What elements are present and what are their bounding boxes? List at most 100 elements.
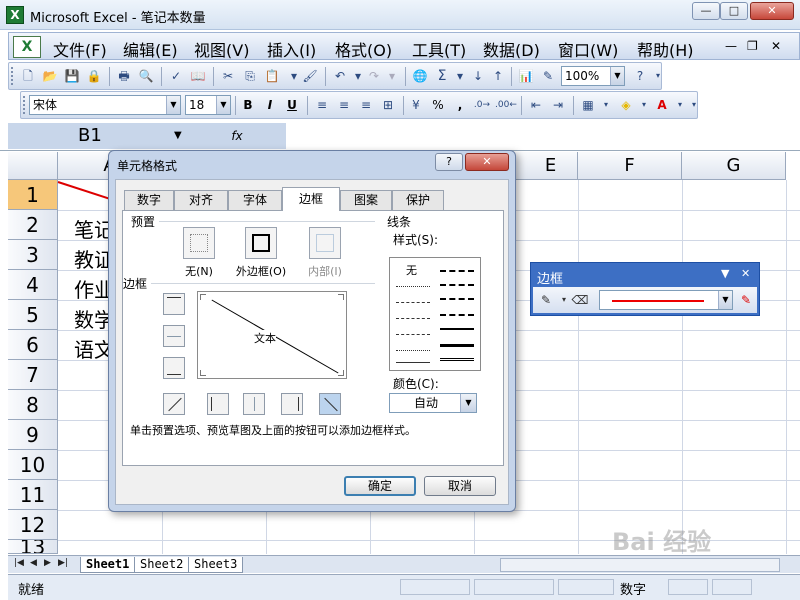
align-center-icon[interactable]: ≡ (335, 96, 353, 114)
font-name-select[interactable]: 宋体 ▼ (29, 95, 181, 115)
merge-center-icon[interactable]: ⊞ (379, 96, 397, 114)
line-style-option[interactable] (440, 270, 474, 272)
tab-border[interactable]: 边框 (282, 187, 340, 211)
borders-icon[interactable]: ▦ (579, 96, 597, 114)
toolbar-options-icon[interactable]: ▾ (685, 96, 703, 114)
tab-protection[interactable]: 保护 (392, 190, 444, 210)
align-left-icon[interactable]: ≡ (313, 96, 331, 114)
first-sheet-icon[interactable]: |◀ (14, 558, 24, 568)
menu-help[interactable]: 帮助(H) (635, 37, 696, 61)
line-style-option[interactable] (396, 302, 430, 303)
row-header-5[interactable]: 5 (8, 300, 58, 330)
menu-insert[interactable]: 插入(I) (265, 37, 318, 61)
row-header-2[interactable]: 2 (8, 210, 58, 240)
dialog-close-button[interactable]: ✕ (465, 153, 509, 171)
underline-button[interactable]: U (283, 96, 301, 114)
line-style-option[interactable] (440, 358, 474, 361)
hyperlink-icon[interactable]: 🌐 (411, 67, 429, 85)
border-inside-horizontal-button[interactable] (163, 325, 185, 347)
chevron-down-icon[interactable]: ▼ (174, 123, 182, 149)
line-style-option[interactable] (440, 314, 474, 316)
row-header-7[interactable]: 7 (8, 360, 58, 390)
line-color-select[interactable]: 自动 ▼ (389, 393, 477, 413)
row-header-8[interactable]: 8 (8, 390, 58, 420)
redo-dropdown-icon[interactable]: ▾ (383, 67, 401, 85)
help-icon[interactable]: ? (631, 67, 649, 85)
preset-none-button[interactable] (183, 227, 215, 259)
toolbar-options-icon[interactable]: ▼ (721, 267, 729, 280)
close-button[interactable]: ✕ (750, 2, 794, 20)
chevron-down-icon[interactable]: ▼ (460, 394, 476, 412)
line-style-list[interactable]: 无 (389, 257, 481, 371)
line-color-icon[interactable]: ✎ (737, 291, 755, 309)
spelling-icon[interactable]: ✓ (167, 67, 185, 85)
sheet-tab-3[interactable]: Sheet3 (188, 557, 244, 573)
draw-border-icon[interactable]: ✎ (537, 291, 555, 309)
open-icon[interactable]: 📂 (41, 67, 59, 85)
increase-indent-icon[interactable]: ⇥ (549, 96, 567, 114)
decrease-indent-icon[interactable]: ⇤ (527, 96, 545, 114)
menu-window[interactable]: 窗口(W) (556, 37, 620, 61)
row-header-9[interactable]: 9 (8, 420, 58, 450)
next-sheet-icon[interactable]: ▶ (44, 558, 51, 568)
tab-alignment[interactable]: 对齐 (174, 190, 228, 210)
preset-inside-button[interactable] (309, 227, 341, 259)
format-painter-icon[interactable]: 🖌 (301, 67, 319, 85)
dialog-help-button[interactable]: ? (435, 153, 463, 171)
new-icon[interactable]: 🗋 (19, 67, 37, 85)
bold-button[interactable]: B (239, 96, 257, 114)
increase-decimal-icon[interactable]: .0→ (473, 96, 491, 114)
row-header-3[interactable]: 3 (8, 240, 58, 270)
autosum-icon[interactable]: Σ (433, 67, 451, 85)
toolbar-grip[interactable] (11, 67, 14, 85)
line-style-none[interactable]: 无 (406, 262, 417, 278)
line-style-option[interactable] (396, 334, 430, 335)
doc-minimize-icon[interactable]: — (725, 39, 737, 53)
line-style-option[interactable] (396, 350, 430, 351)
border-preview[interactable]: 文本 (197, 291, 347, 379)
border-inside-vertical-button[interactable] (243, 393, 265, 415)
doc-restore-icon[interactable]: ❐ (747, 39, 758, 53)
undo-icon[interactable]: ↶ (331, 67, 349, 85)
percent-button[interactable]: % (429, 96, 447, 114)
line-style-option[interactable] (440, 328, 474, 330)
row-header-11[interactable]: 11 (8, 480, 58, 510)
preset-outline-button[interactable] (245, 227, 277, 259)
copy-icon[interactable]: ⎘ (241, 67, 259, 85)
minimize-button[interactable]: — (692, 2, 720, 20)
font-color-icon[interactable]: A (653, 96, 671, 114)
tab-patterns[interactable]: 图案 (340, 190, 392, 210)
menu-format[interactable]: 格式(O) (333, 37, 394, 61)
tab-number[interactable]: 数字 (124, 190, 174, 210)
horizontal-scrollbar[interactable] (500, 558, 780, 572)
row-header-10[interactable]: 10 (8, 450, 58, 480)
save-icon[interactable]: 💾 (63, 67, 81, 85)
align-right-icon[interactable]: ≡ (357, 96, 375, 114)
chart-wizard-icon[interactable]: 📊 (517, 67, 535, 85)
row-header-12[interactable]: 12 (8, 510, 58, 540)
sheet-tab-2[interactable]: Sheet2 (134, 557, 190, 573)
print-preview-icon[interactable]: 🔍 (137, 67, 155, 85)
workbook-icon[interactable]: X (13, 36, 41, 58)
menu-file[interactable]: 文件(F) (51, 37, 109, 61)
toolbar-grip[interactable] (23, 96, 26, 114)
maximize-button[interactable]: □ (720, 2, 748, 20)
drawing-icon[interactable]: ✎ (539, 67, 557, 85)
row-header-13[interactable]: 13 (8, 540, 58, 554)
line-style-option[interactable] (396, 286, 430, 287)
cut-icon[interactable]: ✂ (219, 67, 237, 85)
comma-button[interactable]: , (451, 96, 469, 114)
font-size-select[interactable]: 18 ▼ (185, 95, 231, 115)
menu-data[interactable]: 数据(D) (481, 37, 542, 61)
border-right-button[interactable] (281, 393, 303, 415)
paste-icon[interactable]: 📋 (263, 67, 281, 85)
toolbar-options-icon[interactable]: ▾ (649, 67, 667, 85)
chevron-down-icon[interactable]: ▼ (216, 96, 230, 114)
row-header-4[interactable]: 4 (8, 270, 58, 300)
border-top-button[interactable] (163, 293, 185, 315)
autosum-dropdown-icon[interactable]: ▾ (451, 67, 469, 85)
menu-view[interactable]: 视图(V) (192, 37, 251, 61)
border-left-button[interactable] (207, 393, 229, 415)
tab-font[interactable]: 字体 (228, 190, 282, 210)
zoom-select[interactable]: 100% ▼ (561, 66, 625, 86)
